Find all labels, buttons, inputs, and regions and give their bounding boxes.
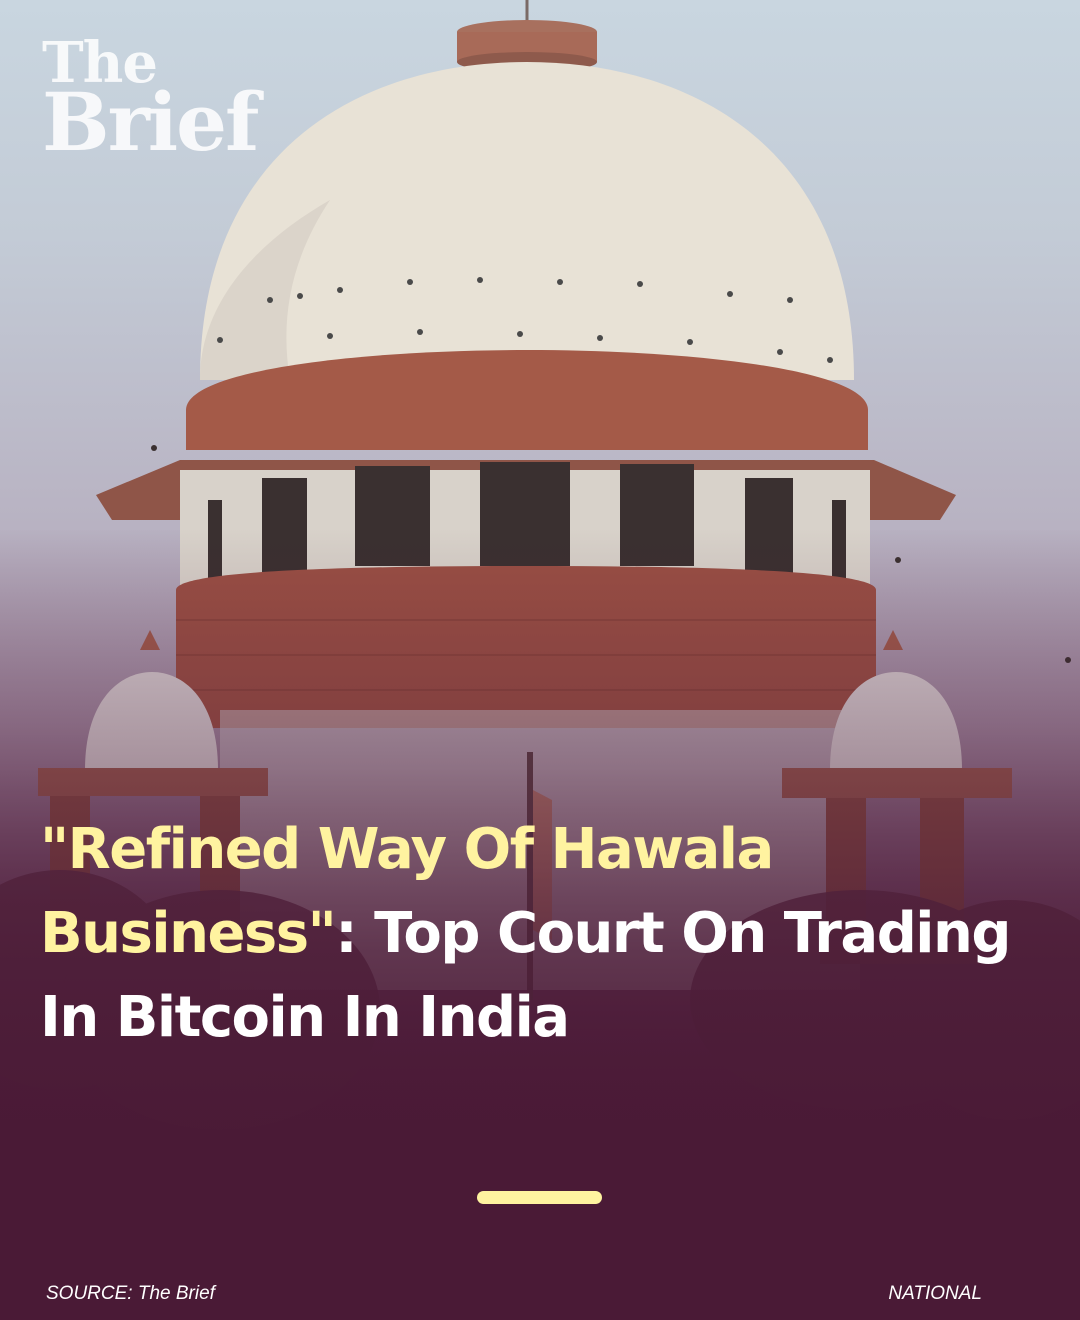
headline: "Refined Way Of Hawala Business": Top Co… <box>40 808 1040 1060</box>
source-label: SOURCE: The Brief <box>46 1283 215 1304</box>
logo-line-2: Brief <box>42 74 259 169</box>
gradient-overlay <box>0 0 1080 1320</box>
news-card: The Brief "Refined Way Of Hawala Busines… <box>0 0 1080 1320</box>
accent-bar <box>477 1191 602 1204</box>
category-label: NATIONAL <box>888 1283 982 1304</box>
brand-logo: The Brief <box>42 35 259 169</box>
